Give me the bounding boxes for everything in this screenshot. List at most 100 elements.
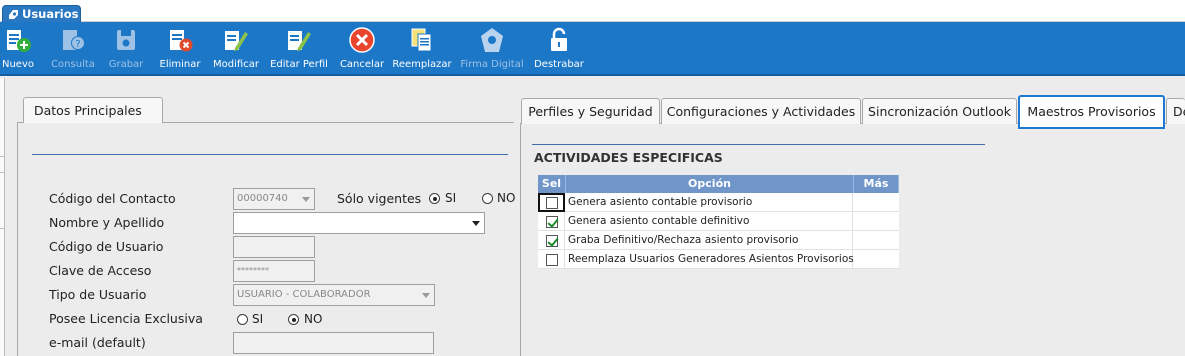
delete-button-label: Eliminar (159, 59, 201, 70)
save-button-label: Grabar (108, 59, 144, 70)
licencia-si-radio[interactable] (237, 314, 248, 325)
codigo-usuario-label: Código de Usuario (49, 239, 164, 254)
opcion-cell: Genera asiento contable provisorio (566, 193, 853, 212)
table-row[interactable]: Genera asiento contable definitivo (538, 212, 899, 231)
query-button-label: Consulta (51, 59, 95, 70)
table-row[interactable]: Reemplaza Usuarios Generadores Asientos … (538, 250, 899, 269)
digital-signature-button-label: Firma Digital (460, 59, 524, 70)
row-checkbox[interactable] (546, 197, 558, 209)
tab-maestros-provisorios[interactable]: Maestros Provisorios (1018, 95, 1165, 129)
cancel-icon (349, 27, 375, 53)
toolbar: Nuevo ? Consulta Grabar Eliminar Modific… (0, 22, 1185, 76)
codigo-contacto-select[interactable]: 00000740 (233, 188, 315, 210)
sel-cell[interactable] (538, 250, 565, 269)
email-label: e-mail (default) (49, 335, 146, 350)
header-mas[interactable]: Más (854, 175, 899, 193)
header-opcion[interactable]: Opción (566, 175, 854, 193)
nombre-apellido-select[interactable] (233, 212, 485, 234)
edit-icon (225, 31, 248, 51)
section-rule (32, 154, 508, 155)
section-title: ACTIVIDADES ESPECIFICAS (534, 150, 723, 165)
delete-icon (170, 30, 193, 52)
tab-datos-principales-label: Datos Principales (34, 103, 142, 118)
sel-cell[interactable] (538, 212, 565, 231)
maestros-provisorios-body: ACTIVIDADES ESPECIFICAS Sel Opción Más G… (520, 123, 1185, 356)
codigo-contacto-label: Código del Contacto (49, 191, 176, 206)
codigo-contacto-value: 00000740 (237, 193, 288, 204)
tab-sincronizacion-outlook[interactable]: Sincronización Outlook (862, 98, 1017, 124)
solo-vigentes-label: Sólo vigentes (337, 191, 422, 206)
datos-principales-body: Código del Contacto 00000740 Sólo vigent… (17, 122, 515, 356)
row-checkbox[interactable] (546, 235, 558, 247)
grid-header: Sel Opción Más (538, 175, 899, 193)
save-icon (117, 30, 135, 50)
query-button[interactable]: ? Consulta (48, 22, 98, 74)
tipo-usuario-value: USUARIO - COLABORADOR (237, 289, 371, 300)
chevron-down-icon (422, 293, 430, 298)
licencia-exclusiva-label: Posee Licencia Exclusiva (49, 311, 203, 326)
new-user-icon (7, 30, 31, 52)
title-strip: Usuarios (0, 0, 1185, 22)
licencia-no-label: NO (304, 312, 323, 326)
tab-datos-principales[interactable]: Datos Principales (23, 97, 163, 123)
clave-acceso-label: Clave de Acceso (49, 263, 152, 278)
tab-perfiles-seguridad[interactable]: Perfiles y Seguridad (521, 98, 660, 124)
replace-button-label: Reemplazar (392, 59, 452, 70)
modify-button-label: Modificar (213, 59, 259, 70)
actividades-grid: Sel Opción Más Genera asiento contable p… (538, 175, 899, 269)
app-icon (9, 10, 18, 19)
table-row[interactable]: Genera asiento contable provisorio (538, 193, 899, 212)
solo-vigentes-si-radio[interactable] (429, 193, 440, 204)
delete-button[interactable]: Eliminar (158, 22, 202, 74)
table-row[interactable]: Graba Definitivo/Rechaza asiento proviso… (538, 231, 899, 250)
cancel-button[interactable]: Cancelar (338, 22, 386, 74)
replace-icon (411, 28, 432, 52)
sel-cell[interactable] (538, 231, 565, 250)
tab-usuarios[interactable]: Usuarios (2, 5, 81, 22)
tab-configuraciones-actividades-label: Configuraciones y Actividades (666, 104, 856, 119)
edit-profile-button-label: Editar Perfil (270, 59, 328, 70)
licencia-no-radio[interactable] (288, 314, 299, 325)
right-panel: ACTIVIDADES ESPECIFICAS Sel Opción Más G… (520, 95, 1185, 356)
mas-cell[interactable] (854, 250, 899, 269)
chevron-down-icon (302, 197, 310, 202)
chevron-down-icon (472, 221, 480, 226)
tab-configuraciones-actividades[interactable]: Configuraciones y Actividades (661, 98, 861, 124)
email-input[interactable] (233, 332, 434, 354)
modify-button[interactable]: Modificar (210, 22, 262, 74)
clave-acceso-value: ******** (237, 266, 269, 275)
codigo-usuario-input[interactable] (233, 236, 315, 258)
section-rule (532, 144, 985, 145)
tab-overflow[interactable]: De (1166, 98, 1185, 124)
tab-perfiles-seguridad-label: Perfiles y Seguridad (528, 104, 653, 119)
new-button-label: Nuevo (1, 59, 34, 70)
clave-acceso-input[interactable]: ******** (233, 260, 315, 282)
sel-cell[interactable] (538, 193, 565, 212)
mas-cell[interactable] (854, 212, 899, 231)
left-rail (0, 78, 5, 356)
digital-signature-icon (481, 28, 503, 52)
row-checkbox[interactable] (546, 254, 558, 266)
opcion-cell: Graba Definitivo/Rechaza asiento proviso… (566, 231, 853, 250)
save-button[interactable]: Grabar (106, 22, 146, 74)
unlock-button-label: Destrabar (534, 59, 584, 70)
tab-sincronizacion-outlook-label: Sincronización Outlook (868, 104, 1011, 119)
tipo-usuario-label: Tipo de Usuario (49, 287, 147, 302)
opcion-cell: Reemplaza Usuarios Generadores Asientos … (566, 250, 854, 269)
row-checkbox[interactable] (546, 216, 558, 228)
nombre-apellido-label: Nombre y Apellido (49, 215, 165, 230)
mas-cell[interactable] (854, 193, 899, 212)
new-button[interactable]: Nuevo (0, 22, 36, 74)
replace-button[interactable]: Reemplazar (392, 22, 452, 74)
solo-vigentes-no-radio[interactable] (482, 193, 493, 204)
header-sel[interactable]: Sel (538, 175, 566, 193)
edit-profile-button[interactable]: Editar Perfil (268, 22, 330, 74)
mas-cell[interactable] (854, 231, 899, 250)
opcion-cell: Genera asiento contable definitivo (566, 212, 853, 231)
licencia-si-label: SI (252, 312, 264, 326)
cancel-button-label: Cancelar (339, 59, 385, 70)
tipo-usuario-select[interactable]: USUARIO - COLABORADOR (233, 284, 435, 306)
solo-vigentes-si-label: SI (445, 191, 457, 205)
digital-signature-button[interactable]: Firma Digital (458, 22, 526, 74)
unlock-button[interactable]: Destrabar (532, 22, 586, 74)
